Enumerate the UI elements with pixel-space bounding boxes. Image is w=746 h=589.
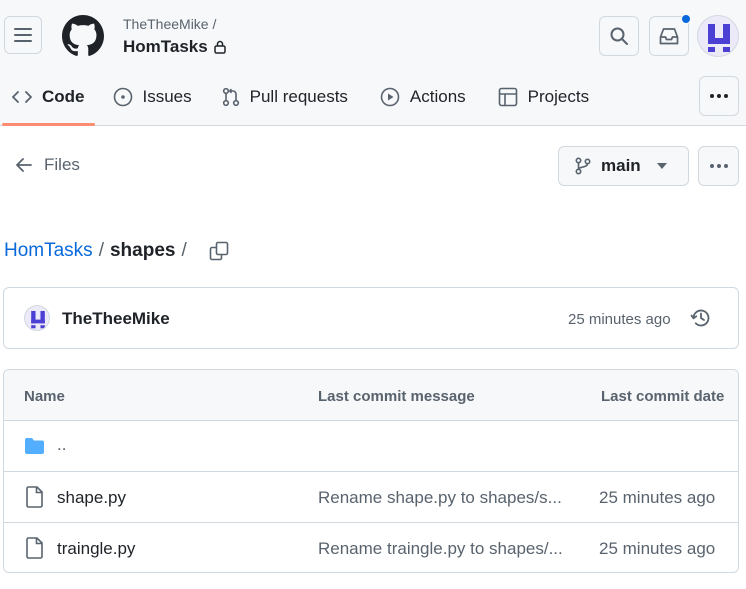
breadcrumb-root[interactable]: HomTasks — [4, 240, 93, 262]
column-date-header: Last commit date — [601, 388, 725, 405]
file-icon — [26, 537, 43, 559]
parent-directory-row[interactable]: .. — [4, 421, 738, 472]
repo-header: TheTheeMike / HomTasks Code Issues Pull … — [0, 0, 746, 126]
code-icon — [12, 91, 32, 103]
history-icon — [690, 309, 710, 327]
table-header: Name Last commit message Last commit dat… — [4, 370, 738, 421]
tab-issues-label: Issues — [142, 87, 192, 106]
file-name-link[interactable]: shape.py — [57, 488, 126, 508]
file-table: Name Last commit message Last commit dat… — [3, 369, 739, 573]
file-name-link[interactable]: traingle.py — [57, 539, 135, 559]
branch-selector[interactable]: main — [558, 146, 689, 186]
commit-author-avatar[interactable] — [24, 305, 50, 331]
more-options-button[interactable] — [698, 146, 739, 186]
breadcrumb-separator: / — [98, 240, 104, 261]
search-button[interactable] — [599, 16, 639, 56]
hamburger-icon — [14, 28, 32, 42]
inbox-icon — [659, 28, 679, 45]
column-message-header: Last commit message — [318, 388, 475, 405]
copy-icon — [209, 241, 229, 261]
parent-directory-link[interactable]: .. — [57, 435, 66, 455]
triangle-down-icon — [656, 163, 667, 169]
kebab-horizontal-icon — [709, 164, 728, 168]
table-icon — [498, 87, 517, 107]
tab-projects[interactable]: Projects — [478, 76, 601, 118]
active-tab-underline — [2, 123, 95, 126]
breadcrumb-separator: / — [181, 240, 187, 261]
table-row[interactable]: shape.py Rename shape.py to shapes/s... … — [4, 472, 738, 523]
repo-name-label: HomTasks — [123, 37, 208, 56]
play-icon — [380, 87, 400, 107]
latest-commit-box: TheTheeMike 25 minutes ago — [3, 287, 739, 349]
repo-owner-link[interactable]: TheTheeMike / — [123, 16, 216, 32]
issue-icon — [113, 87, 132, 107]
more-tabs-button[interactable] — [699, 76, 739, 116]
arrow-left-icon — [16, 158, 32, 172]
history-button[interactable] — [690, 307, 712, 334]
lock-icon — [213, 40, 226, 54]
folder-icon — [25, 438, 44, 454]
kebab-horizontal-icon — [710, 94, 728, 98]
files-label: Files — [44, 155, 80, 174]
avatar-logo-icon — [31, 310, 45, 329]
pull-request-icon — [222, 87, 239, 107]
search-icon — [610, 27, 628, 45]
tab-pull-requests-label: Pull requests — [249, 87, 348, 106]
notification-dot — [681, 14, 691, 24]
commit-message-link[interactable]: Rename traingle.py to shapes/... — [318, 539, 563, 559]
repo-name[interactable]: HomTasks — [123, 37, 226, 57]
repo-tabs: Code Issues Pull requests Actions Projec… — [0, 76, 601, 118]
commit-date: 25 minutes ago — [599, 488, 716, 507]
commit-date: 25 minutes ago — [599, 539, 716, 558]
breadcrumb: HomTasks / shapes / — [4, 240, 229, 262]
commit-message-link[interactable]: Rename shape.py to shapes/s... — [318, 488, 562, 508]
avatar-logo-icon — [708, 24, 730, 52]
commit-author[interactable]: TheTheeMike — [62, 309, 170, 329]
table-row[interactable]: traingle.py Rename traingle.py to shapes… — [4, 523, 738, 572]
branch-name: main — [601, 156, 641, 175]
file-icon — [26, 486, 43, 508]
tab-actions[interactable]: Actions — [360, 76, 478, 118]
tab-code[interactable]: Code — [0, 76, 95, 118]
menu-button[interactable] — [4, 16, 42, 54]
tab-pull-requests[interactable]: Pull requests — [204, 76, 360, 118]
column-name-header: Name — [24, 388, 65, 405]
avatar[interactable] — [697, 15, 739, 57]
tab-code-label: Code — [42, 87, 85, 106]
tab-issues[interactable]: Issues — [95, 76, 204, 118]
breadcrumb-current: shapes — [109, 240, 176, 261]
copy-path-button[interactable] — [209, 241, 229, 261]
commit-time[interactable]: 25 minutes ago — [568, 311, 671, 328]
git-branch-icon — [575, 157, 591, 175]
files-back-link[interactable]: Files — [16, 155, 80, 175]
tab-actions-label: Actions — [409, 87, 466, 106]
tab-projects-label: Projects — [527, 87, 590, 106]
github-logo-icon[interactable] — [62, 15, 104, 57]
